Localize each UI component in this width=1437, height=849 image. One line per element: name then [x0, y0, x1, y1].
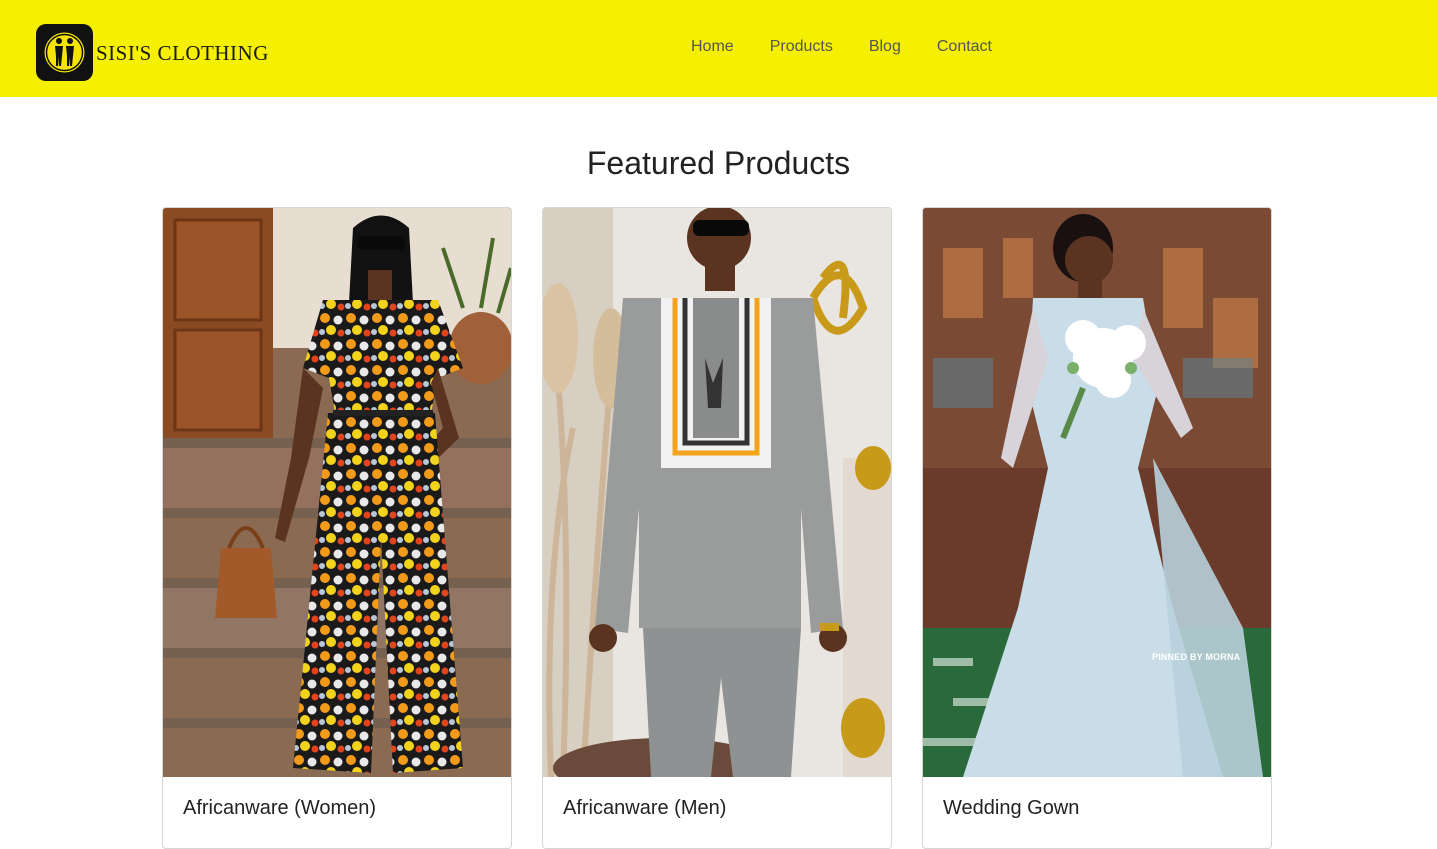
nav-item-products[interactable]: Products	[770, 38, 833, 56]
brand-name: SISI'S CLOTHING	[96, 41, 269, 65]
brand-logo[interactable]: SISI'S CLOTHING	[36, 24, 269, 81]
product-card-wedding-gown[interactable]: PINNED BY MORNA Wedding Gown	[922, 207, 1272, 849]
product-card-men[interactable]: Africanware (Men)	[542, 207, 892, 849]
logo-couple-icon	[36, 24, 93, 81]
product-title[interactable]: Africanware (Men)	[563, 797, 726, 820]
image-watermark: PINNED BY MORNA	[1152, 652, 1241, 662]
product-title[interactable]: Africanware (Women)	[183, 797, 376, 820]
nav-item-blog[interactable]: Blog	[869, 38, 901, 56]
product-card-women[interactable]: Africanware (Women)	[162, 207, 512, 849]
featured-products-title: Featured Products	[586, 145, 851, 181]
product-title[interactable]: Wedding Gown	[943, 797, 1079, 820]
bride-wedding-gown-photo[interactable]: PINNED BY MORNA	[923, 208, 1271, 777]
site-header: SISI'S CLOTHING Home Products Blog Conta…	[0, 0, 1437, 97]
woman-print-outfit-photo[interactable]	[163, 208, 511, 777]
nav-item-home[interactable]: Home	[691, 38, 734, 56]
nav-item-contact[interactable]: Contact	[937, 38, 992, 56]
main-nav: Home Products Blog Contact	[691, 38, 992, 56]
man-senator-outfit-photo[interactable]	[543, 208, 891, 777]
